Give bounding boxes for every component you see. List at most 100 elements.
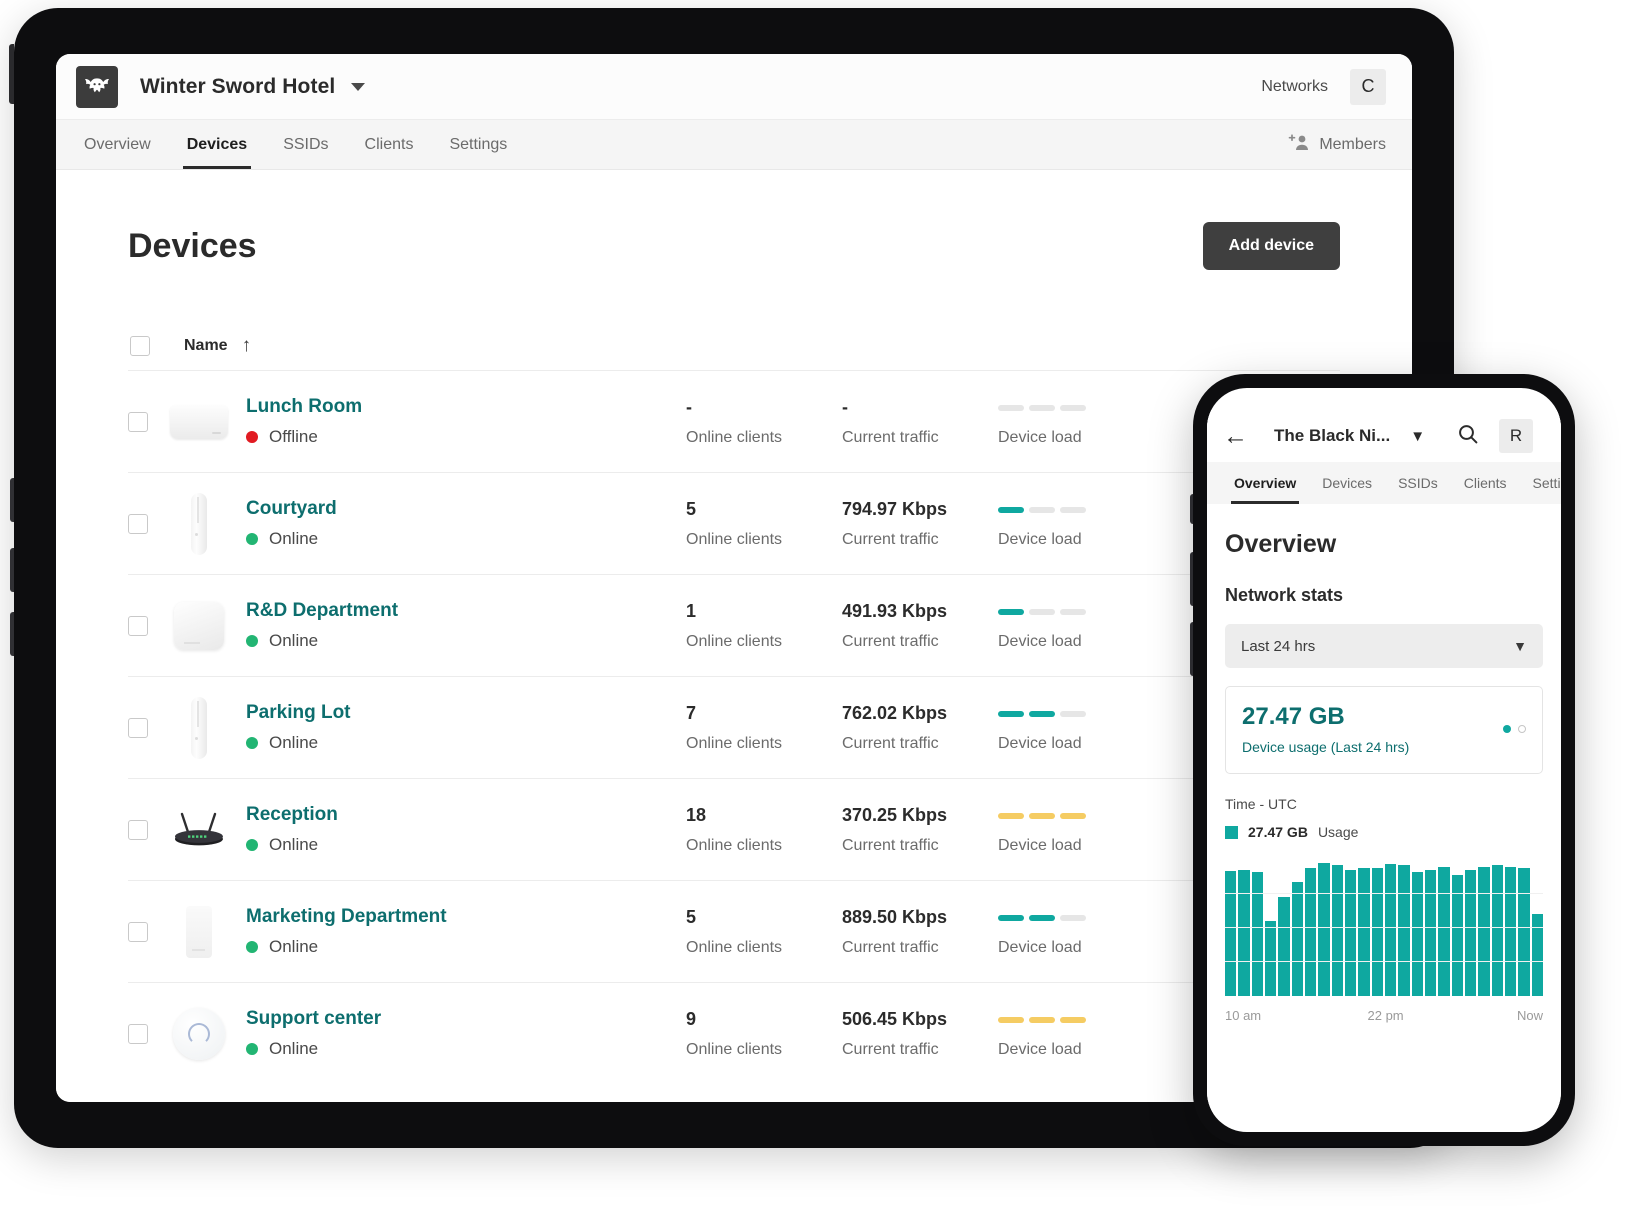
current-traffic-label: Current traffic xyxy=(842,530,939,548)
chart-bar xyxy=(1504,866,1517,996)
networks-link[interactable]: Networks xyxy=(1261,78,1328,96)
legend-value: 27.47 GB xyxy=(1248,824,1308,840)
status-label: Offline xyxy=(269,427,318,446)
online-clients-value: - xyxy=(686,396,692,417)
load-segment xyxy=(1029,1016,1055,1023)
row-checkbox[interactable] xyxy=(128,411,148,432)
device-load-bar xyxy=(998,601,1154,623)
tab-overview[interactable]: Overview xyxy=(1221,462,1309,504)
ap-stick-icon xyxy=(166,695,232,761)
status-badge: Online xyxy=(246,733,686,753)
chart-bar xyxy=(1411,872,1423,996)
row-checkbox[interactable] xyxy=(128,819,148,840)
device-name-link[interactable]: Parking Lot xyxy=(246,702,686,724)
table-row[interactable]: R&D Department Online 1 Online clients 4… xyxy=(128,574,1340,676)
members-label: Members xyxy=(1319,135,1386,153)
phone-app: ← The Black Ni... ▼ R Overview Devices S… xyxy=(1207,410,1561,1122)
time-range-select[interactable]: Last 24 hrs ▼ xyxy=(1225,624,1543,668)
status-label: Online xyxy=(269,937,319,956)
tab-settings[interactable]: Setti xyxy=(1520,462,1561,504)
device-load-label: Device load xyxy=(998,836,1082,854)
device-load-label: Device load xyxy=(998,632,1082,650)
table-row[interactable]: Support center Online 9 Online clients 5… xyxy=(128,982,1340,1084)
select-all-checkbox[interactable] xyxy=(130,336,150,356)
carousel-dot-active-icon[interactable] xyxy=(1503,725,1511,733)
tab-devices[interactable]: Devices xyxy=(1309,462,1385,504)
load-segment xyxy=(998,1016,1024,1023)
table-row[interactable]: Lunch Room Offline - Online clients - Cu… xyxy=(128,370,1340,472)
carousel-dots[interactable] xyxy=(1503,703,1526,733)
status-dot-online-icon xyxy=(246,941,258,953)
load-segment xyxy=(998,914,1024,921)
status-dot-offline-icon xyxy=(246,431,258,443)
search-icon[interactable] xyxy=(1457,423,1479,450)
column-header-name[interactable]: Name xyxy=(184,337,228,355)
device-name-link[interactable]: Marketing Department xyxy=(246,906,686,928)
status-badge: Offline xyxy=(246,427,686,447)
chart-bar xyxy=(1251,872,1263,996)
table-row[interactable]: Parking Lot Online 7 Online clients 762.… xyxy=(128,676,1340,778)
chevron-down-icon: ▼ xyxy=(1513,638,1527,654)
tablet-side-button xyxy=(10,478,14,522)
device-usage-bar-chart xyxy=(1225,860,1543,996)
row-checkbox[interactable] xyxy=(128,615,148,636)
arrow-left-icon[interactable]: ← xyxy=(1223,423,1248,449)
carousel-dot-icon[interactable] xyxy=(1518,725,1526,733)
device-name-link[interactable]: Lunch Room xyxy=(246,396,686,418)
tab-clients[interactable]: Clients xyxy=(347,120,432,169)
device-load-cell: Device load xyxy=(998,1009,1154,1059)
device-identity: R&D Department Online xyxy=(246,600,686,651)
current-traffic-label: Current traffic xyxy=(842,1040,939,1058)
current-traffic-cell: 491.93 Kbps Current traffic xyxy=(842,601,998,651)
row-checkbox[interactable] xyxy=(128,921,148,942)
add-device-button[interactable]: Add device xyxy=(1202,222,1340,270)
table-row[interactable]: Courtyard Online 5 Online clients 794.97… xyxy=(128,472,1340,574)
sort-ascending-arrow-icon[interactable]: ↑ xyxy=(242,335,252,357)
chart-bar xyxy=(1384,864,1397,996)
chart-gridline xyxy=(1225,927,1543,928)
device-name-link[interactable]: R&D Department xyxy=(246,600,686,622)
current-traffic-label: Current traffic xyxy=(842,938,939,956)
online-clients-value: 1 xyxy=(686,600,697,621)
online-clients-label: Online clients xyxy=(686,428,783,446)
router-icon xyxy=(166,797,232,863)
phone-network-title: The Black Ni... xyxy=(1274,426,1391,445)
current-traffic-value: 889.50 Kbps xyxy=(842,906,948,927)
load-segment xyxy=(998,404,1024,411)
chart-time-label: Time - UTC xyxy=(1225,796,1297,812)
table-row[interactable]: Marketing Department Online 5 Online cli… xyxy=(128,880,1340,982)
bat-logo-icon[interactable] xyxy=(76,65,118,108)
device-name-link[interactable]: Courtyard xyxy=(246,498,686,520)
ap-stick-icon xyxy=(166,491,232,557)
chart-bar xyxy=(1304,868,1317,996)
page-title: Devices xyxy=(128,226,257,265)
load-segment xyxy=(1029,608,1055,615)
chevron-down-icon[interactable]: ▼ xyxy=(1410,428,1425,445)
load-segment xyxy=(998,608,1024,615)
tab-settings[interactable]: Settings xyxy=(431,120,525,169)
row-checkbox[interactable] xyxy=(128,513,148,534)
tab-devices[interactable]: Devices xyxy=(169,120,266,169)
members-button[interactable]: Members xyxy=(1288,120,1386,169)
load-segment xyxy=(1029,914,1055,921)
row-checkbox[interactable] xyxy=(128,1023,148,1044)
caret-down-icon[interactable] xyxy=(351,82,366,91)
section-title-network-stats: Network stats xyxy=(1225,585,1344,605)
device-usage-card[interactable]: 27.47 GB Device usage (Last 24 hrs) xyxy=(1225,686,1543,774)
tab-clients[interactable]: Clients xyxy=(1451,462,1520,504)
avatar[interactable]: C xyxy=(1350,68,1386,105)
tablet-top-bar: Winter Sword Hotel Networks C xyxy=(56,54,1412,120)
device-name-link[interactable]: Reception xyxy=(246,804,686,826)
device-load-bar xyxy=(998,907,1154,929)
device-name-link[interactable]: Support center xyxy=(246,1008,686,1030)
tab-ssids[interactable]: SSIDs xyxy=(1385,462,1451,504)
tab-ssids[interactable]: SSIDs xyxy=(265,120,346,169)
avatar[interactable]: R xyxy=(1499,419,1534,453)
page-title: Overview xyxy=(1225,530,1337,558)
row-checkbox[interactable] xyxy=(128,717,148,738)
table-row[interactable]: Reception Online 18 Online clients 370.2… xyxy=(128,778,1340,880)
ap-dome-icon xyxy=(166,1001,232,1067)
tab-overview[interactable]: Overview xyxy=(66,120,169,169)
status-label: Online xyxy=(269,631,319,650)
tablet-side-button xyxy=(10,612,14,656)
